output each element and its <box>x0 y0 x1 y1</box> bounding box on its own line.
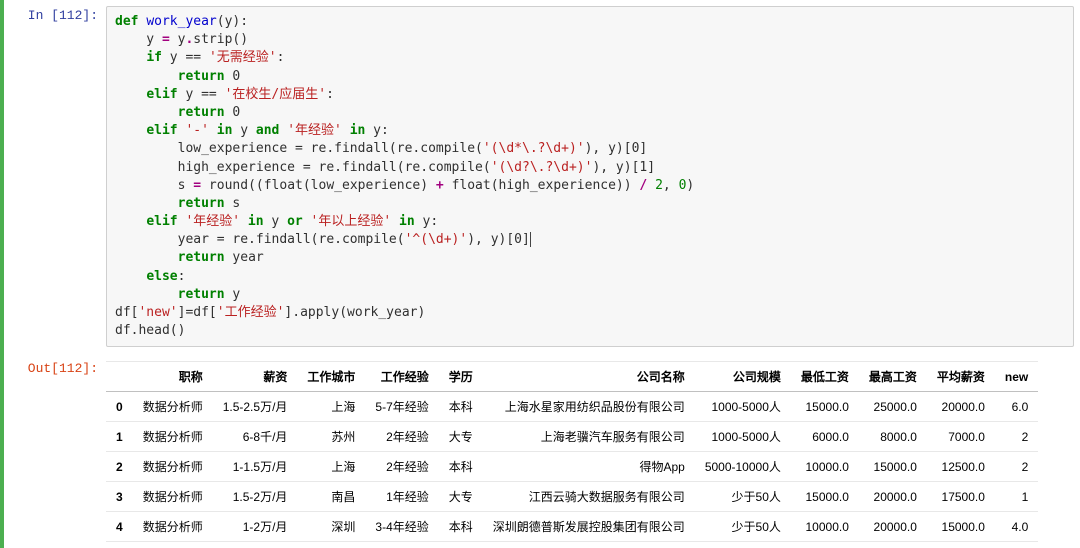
cell: 深圳朗德普斯发展控股集团有限公司 <box>483 512 695 542</box>
output-cell: Out[112]: 职称 薪资 工作城市 工作经验 学历 公司名称 公司规模 最… <box>6 353 1080 548</box>
cell: 8000.0 <box>859 422 927 452</box>
row-index: 0 <box>106 392 133 422</box>
cell: 上海 <box>297 452 365 482</box>
table-row: 3数据分析师1.5-2万/月南昌1年经验大专江西云骑大数据服务有限公司少于50人… <box>106 482 1038 512</box>
cell: 12500.0 <box>927 452 995 482</box>
col-header: 平均薪资 <box>927 362 995 392</box>
cell: 15000.0 <box>791 482 859 512</box>
cell: 1000-5000人 <box>695 422 791 452</box>
col-header: 学历 <box>439 362 483 392</box>
cell: 1 <box>995 482 1038 512</box>
col-header: 薪资 <box>213 362 298 392</box>
cell: 南昌 <box>297 482 365 512</box>
table-row: 0数据分析师1.5-2.5万/月上海5-7年经验本科上海水星家用纺织品股份有限公… <box>106 392 1038 422</box>
cell: 1000-5000人 <box>695 392 791 422</box>
cell: 5000-10000人 <box>695 452 791 482</box>
col-header: 公司规模 <box>695 362 791 392</box>
cell: 10000.0 <box>791 452 859 482</box>
cell: 深圳 <box>297 512 365 542</box>
cell: 2年经验 <box>365 452 438 482</box>
cell: 2 <box>995 452 1038 482</box>
col-header: 最低工资 <box>791 362 859 392</box>
cell: 5-7年经验 <box>365 392 438 422</box>
row-index: 4 <box>106 512 133 542</box>
cell: 上海水星家用纺织品股份有限公司 <box>483 392 695 422</box>
col-header: 公司名称 <box>483 362 695 392</box>
cell: 6.0 <box>995 392 1038 422</box>
cell: 得物App <box>483 452 695 482</box>
cell: 3-4年经验 <box>365 512 438 542</box>
cell: 1.5-2万/月 <box>213 482 298 512</box>
cell: 4.0 <box>995 512 1038 542</box>
col-header: 工作经验 <box>365 362 438 392</box>
input-cell: In [112]: def work_year(y): y = y.strip(… <box>6 0 1080 353</box>
cell: 大专 <box>439 482 483 512</box>
table-head: 职称 薪资 工作城市 工作经验 学历 公司名称 公司规模 最低工资 最高工资 平… <box>106 362 1038 392</box>
cell: 数据分析师 <box>133 422 213 452</box>
col-header: 工作城市 <box>297 362 365 392</box>
cell: 2 <box>995 422 1038 452</box>
cell: 数据分析师 <box>133 452 213 482</box>
cell: 1.5-2.5万/月 <box>213 392 298 422</box>
cell: 15000.0 <box>859 452 927 482</box>
table-body: 0数据分析师1.5-2.5万/月上海5-7年经验本科上海水星家用纺织品股份有限公… <box>106 392 1038 542</box>
cell: 15000.0 <box>927 512 995 542</box>
cell: 本科 <box>439 452 483 482</box>
code-content: def work_year(y): y = y.strip() if y == … <box>115 13 1065 340</box>
cell: 17500.0 <box>927 482 995 512</box>
code-editor[interactable]: def work_year(y): y = y.strip() if y == … <box>106 6 1074 347</box>
cell: 10000.0 <box>791 512 859 542</box>
cell: 数据分析师 <box>133 392 213 422</box>
notebook: In [112]: def work_year(y): y = y.strip(… <box>0 0 1080 548</box>
in-prompt: In [112]: <box>6 4 106 349</box>
cell: 江西云骑大数据服务有限公司 <box>483 482 695 512</box>
cell: 2年经验 <box>365 422 438 452</box>
dataframe-table: 职称 薪资 工作城市 工作经验 学历 公司名称 公司规模 最低工资 最高工资 平… <box>106 361 1038 542</box>
cell: 20000.0 <box>859 512 927 542</box>
cell: 上海老骥汽车服务有限公司 <box>483 422 695 452</box>
cell: 7000.0 <box>927 422 995 452</box>
cell: 1年经验 <box>365 482 438 512</box>
cell: 本科 <box>439 392 483 422</box>
col-header: 职称 <box>133 362 213 392</box>
cell: 本科 <box>439 512 483 542</box>
cell: 数据分析师 <box>133 512 213 542</box>
out-prompt: Out[112]: <box>6 357 106 544</box>
col-header: 最高工资 <box>859 362 927 392</box>
col-header: new <box>995 362 1038 392</box>
table-row: 2数据分析师1-1.5万/月上海2年经验本科得物App5000-10000人10… <box>106 452 1038 482</box>
cell: 6-8千/月 <box>213 422 298 452</box>
cell: 6000.0 <box>791 422 859 452</box>
cell: 少于50人 <box>695 512 791 542</box>
cell: 15000.0 <box>791 392 859 422</box>
cell: 1-2万/月 <box>213 512 298 542</box>
cell: 20000.0 <box>859 482 927 512</box>
cell: 数据分析师 <box>133 482 213 512</box>
cell: 25000.0 <box>859 392 927 422</box>
index-header <box>106 362 133 392</box>
cell: 苏州 <box>297 422 365 452</box>
row-index: 1 <box>106 422 133 452</box>
cell: 20000.0 <box>927 392 995 422</box>
table-row: 1数据分析师6-8千/月苏州2年经验大专上海老骥汽车服务有限公司1000-500… <box>106 422 1038 452</box>
row-index: 3 <box>106 482 133 512</box>
output-body: 职称 薪资 工作城市 工作经验 学历 公司名称 公司规模 最低工资 最高工资 平… <box>106 357 1080 544</box>
cell: 上海 <box>297 392 365 422</box>
cell: 1-1.5万/月 <box>213 452 298 482</box>
row-index: 2 <box>106 452 133 482</box>
table-row: 4数据分析师1-2万/月深圳3-4年经验本科深圳朗德普斯发展控股集团有限公司少于… <box>106 512 1038 542</box>
input-body: def work_year(y): y = y.strip() if y == … <box>106 4 1080 349</box>
cell: 少于50人 <box>695 482 791 512</box>
cell: 大专 <box>439 422 483 452</box>
